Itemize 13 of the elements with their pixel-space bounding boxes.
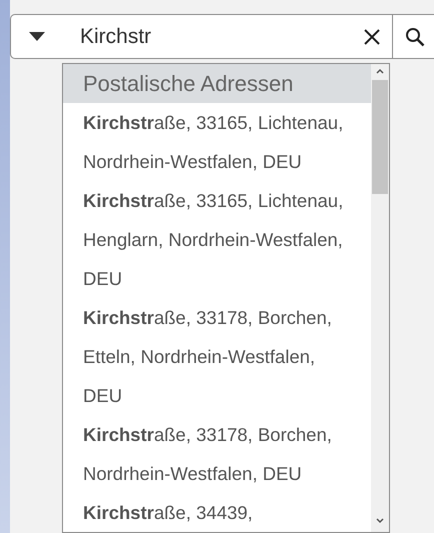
address-suggestion[interactable]: Kirchstraße, 34439, xyxy=(63,493,363,532)
group-header: Postalische Adressen xyxy=(63,64,371,103)
caret-icon xyxy=(28,32,44,41)
dropdown-toggle[interactable] xyxy=(10,14,62,59)
scroll-up-icon xyxy=(376,68,384,74)
search-button[interactable] xyxy=(392,14,434,59)
scrollbar-thumb[interactable] xyxy=(372,80,388,194)
scroll-down-icon xyxy=(376,518,384,524)
search-field[interactable]: Kirchstr xyxy=(62,14,352,59)
scrollbar[interactable] xyxy=(371,64,389,532)
clear-button[interactable] xyxy=(352,14,392,59)
close-icon xyxy=(364,28,380,44)
search-icon xyxy=(405,26,425,46)
